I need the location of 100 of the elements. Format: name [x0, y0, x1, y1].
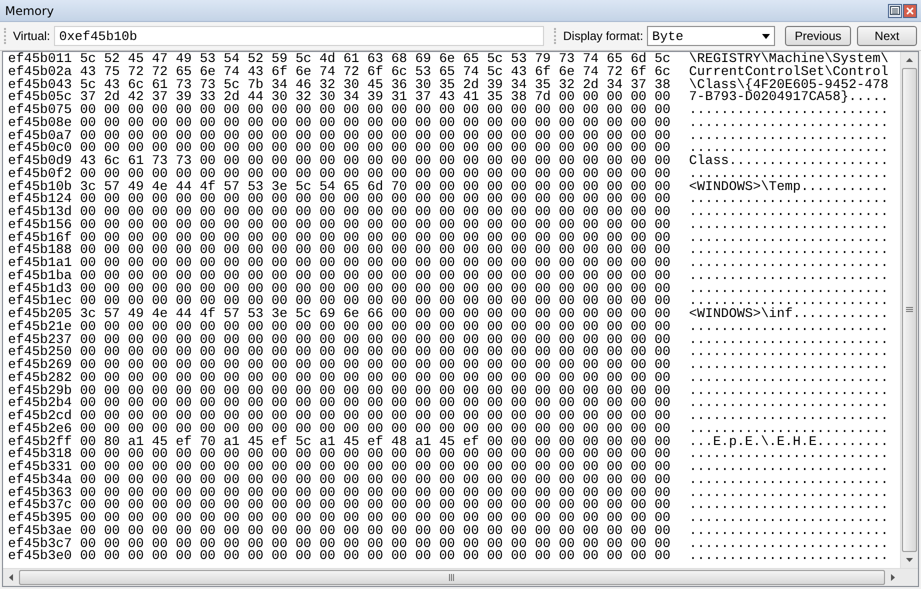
address-cell-text: ef45b2b4 [8, 397, 73, 410]
window-list-icon[interactable] [888, 4, 902, 18]
address-cell-text: ef45b011 [8, 53, 73, 66]
hex-bytes: 00 80 a1 45 ef 70 a1 45 ef 5c a1 45 ef 48 a1 45 ef 00 00 00 00 00 00 00 00 [80, 436, 672, 448]
ascii-text: ......................... [689, 206, 888, 219]
ascii-text: ......................... [689, 257, 888, 270]
address-cell-text: ef45b205 [8, 308, 73, 321]
address-cell-text: ef45b21e [8, 320, 73, 334]
ascii-text: ......................... [689, 232, 888, 244]
hex-bytes: 00 00 00 00 00 00 00 00 00 00 00 00 00 00 00 00 00 00 00 00 00 00 00 00 00 [80, 538, 672, 550]
address-cell-text: ef45b318 [8, 448, 73, 461]
hex-bytes: 00 00 00 00 00 00 00 00 00 00 00 00 00 00 00 00 00 00 00 00 00 00 00 00 00 [80, 244, 672, 257]
left-arrow-icon[interactable] [9, 574, 13, 581]
hex-bytes: 00 00 00 00 00 00 00 00 00 00 00 00 00 00 00 00 00 00 00 00 00 00 00 00 00 [80, 474, 672, 486]
hex-bytes: 00 00 00 00 00 00 00 00 00 00 00 00 00 00 00 00 00 00 00 00 00 00 00 00 00 [80, 422, 672, 436]
address-field[interactable]: 0xef45b10b [54, 26, 544, 46]
ascii-text: ......................... [689, 346, 888, 359]
hex-bytes: 00 00 00 00 00 00 00 00 00 00 00 00 00 00 00 00 00 00 00 00 00 00 00 00 00 [80, 461, 672, 474]
hex-bytes: 00 00 00 00 00 00 00 00 00 00 00 00 00 00 00 00 00 00 00 00 00 00 00 00 00 [80, 397, 672, 410]
hex-bytes: 5c 43 6c 61 73 73 5c 7b 34 46 32 30 45 36 30 35 2d 39 34 35 32 2d 34 37 38 [80, 78, 672, 92]
hex-bytes: 5c 52 45 47 49 53 54 52 59 5c 4d 61 63 68 69 6e 65 5c 53 79 73 74 65 6d 5c [80, 53, 672, 66]
hex-bytes: 43 6c 61 73 73 00 00 00 00 00 00 00 00 00 00 00 00 00 00 00 00 00 00 00 00 [80, 155, 672, 168]
ascii-text: ......................... [689, 512, 888, 525]
ascii-text: ......................... [689, 384, 888, 398]
hex-bytes: 00 00 00 00 00 00 00 00 00 00 00 00 00 00 00 00 00 00 00 00 00 00 00 00 00 [80, 359, 672, 372]
address-cell-text: ef45b1ba [8, 270, 73, 282]
address-cell-text: ef45b16f [8, 232, 73, 244]
ascii-text: ......................... [689, 448, 888, 461]
next-button[interactable]: Next [857, 26, 917, 46]
address-cell-text: ef45b269 [8, 359, 73, 372]
ascii-text: ......................... [689, 270, 888, 282]
address-cell-text: ef45b02a [8, 66, 73, 78]
address-cell-text: ef45b2e6 [8, 422, 73, 436]
address-cell-text: ef45b34a [8, 474, 73, 486]
ascii-text: ......................... [689, 116, 888, 130]
hex-bytes: 43 75 72 72 65 6e 74 43 6f 6e 74 72 6f 6c 53 65 74 5c 43 6f 6e 74 72 6f 6c [80, 66, 672, 78]
address-cell-text: ef45b237 [8, 334, 73, 346]
ascii-text: ......................... [689, 244, 888, 257]
ascii-text: ......................... [689, 422, 888, 436]
ascii-text: ......................... [689, 295, 888, 308]
close-icon[interactable] [903, 4, 917, 18]
ascii-text: ......................... [689, 282, 888, 296]
horizontal-scrollbar[interactable] [3, 568, 918, 586]
address-cell-text: ef45b363 [8, 486, 73, 500]
ascii-text: ......................... [689, 486, 888, 500]
address-cell-text: ef45b0a7 [8, 130, 73, 142]
hex-bytes: 00 00 00 00 00 00 00 00 00 00 00 00 00 00 00 00 00 00 00 00 00 00 00 00 00 [80, 384, 672, 398]
address-cell-text: ef45b3ae [8, 524, 73, 538]
hex-bytes: 00 00 00 00 00 00 00 00 00 00 00 00 00 00 00 00 00 00 00 00 00 00 00 00 00 [80, 486, 672, 500]
hex-bytes: 00 00 00 00 00 00 00 00 00 00 00 00 00 00 00 00 00 00 00 00 00 00 00 00 00 [80, 448, 672, 461]
hex-bytes: 00 00 00 00 00 00 00 00 00 00 00 00 00 00 00 00 00 00 00 00 00 00 00 00 00 [80, 295, 672, 308]
ascii-text: ......................... [689, 524, 888, 538]
ascii-text: ......................... [689, 334, 888, 346]
address-cell-text: ef45b124 [8, 193, 73, 206]
hex-bytes: 00 00 00 00 00 00 00 00 00 00 00 00 00 00 00 00 00 00 00 00 00 00 00 00 00 [80, 524, 672, 538]
hex-bytes: 00 00 00 00 00 00 00 00 00 00 00 00 00 00 00 00 00 00 00 00 00 00 00 00 00 [80, 193, 672, 206]
hex-bytes: 00 00 00 00 00 00 00 00 00 00 00 00 00 00 00 00 00 00 00 00 00 00 00 00 00 [80, 499, 672, 512]
window-title: Memory [5, 4, 54, 18]
hex-bytes: 00 00 00 00 00 00 00 00 00 00 00 00 00 00 00 00 00 00 00 00 00 00 00 00 00 [80, 270, 672, 282]
vertical-scrollbar[interactable] [900, 52, 918, 568]
address-cell-text: ef45b2cd [8, 410, 73, 423]
hex-bytes: 3c 57 49 4e 44 4f 57 53 3e 5c 69 6e 66 00 00 00 00 00 00 00 00 00 00 00 00 [80, 308, 672, 321]
previous-button[interactable]: Previous [785, 26, 852, 46]
hex-bytes: 00 00 00 00 00 00 00 00 00 00 00 00 00 00 00 00 00 00 00 00 00 00 00 00 00 [80, 282, 672, 296]
right-arrow-icon[interactable] [891, 574, 895, 581]
ascii-text: ......................... [689, 193, 888, 206]
address-cell-text: ef45b0c0 [8, 142, 73, 155]
ascii-text: ......................... [689, 550, 888, 563]
ascii-text: ......................... [689, 218, 888, 232]
ascii-text: ......................... [689, 104, 888, 117]
hex-bytes: 00 00 00 00 00 00 00 00 00 00 00 00 00 00 00 00 00 00 00 00 00 00 00 00 00 [80, 206, 672, 219]
hex-bytes: 00 00 00 00 00 00 00 00 00 00 00 00 00 00 00 00 00 00 00 00 00 00 00 00 00 [80, 257, 672, 270]
address-cell-text: ef45b1a1 [8, 257, 73, 270]
ascii-text: ......................... [689, 499, 888, 512]
hex-bytes: 00 00 00 00 00 00 00 00 00 00 00 00 00 00 00 00 00 00 00 00 00 00 00 00 00 [80, 218, 672, 232]
address-cell-text: ef45b1ec [8, 295, 73, 308]
display-format-dropdown[interactable]: Byte [647, 26, 776, 46]
hex-bytes: 00 00 00 00 00 00 00 00 00 00 00 00 00 00 00 00 00 00 00 00 00 00 00 00 00 [80, 334, 672, 346]
address-cell-text: ef45b13d [8, 206, 73, 219]
ascii-text: ......................... [689, 538, 888, 550]
ascii-text: \REGISTRY\Machine\System\ [689, 53, 888, 66]
address-cell-text: ef45b1d3 [8, 282, 73, 296]
display-format-label: Display format: [563, 29, 644, 43]
ascii-text: ......................... [689, 168, 888, 180]
ascii-text: ......................... [689, 461, 888, 474]
address-cell-text: ef45b156 [8, 218, 73, 232]
caret-icon [762, 34, 770, 38]
ascii-text: <WINDOWS>\inf............ [689, 308, 888, 321]
hex-bytes: 3c 57 49 4e 44 4f 57 53 3e 5c 54 65 6d 70 00 00 00 00 00 00 00 00 00 00 00 [80, 180, 672, 194]
up-arrow-icon[interactable] [906, 58, 913, 62]
down-arrow-icon[interactable] [906, 558, 913, 562]
address-cell-text: ef45b250 [8, 346, 73, 359]
grip-icon[interactable] [906, 307, 913, 313]
ascii-text: ......................... [689, 142, 888, 155]
address-cell-text: ef45b075 [8, 104, 73, 117]
address-cell-text: ef45b0f2 [8, 168, 73, 180]
ascii-text: ......................... [689, 130, 888, 142]
grip-icon[interactable] [449, 574, 455, 581]
hex-bytes: 00 00 00 00 00 00 00 00 00 00 00 00 00 00 00 00 00 00 00 00 00 00 00 00 00 [80, 130, 672, 142]
address-cell-text: ef45b043 [8, 78, 73, 92]
